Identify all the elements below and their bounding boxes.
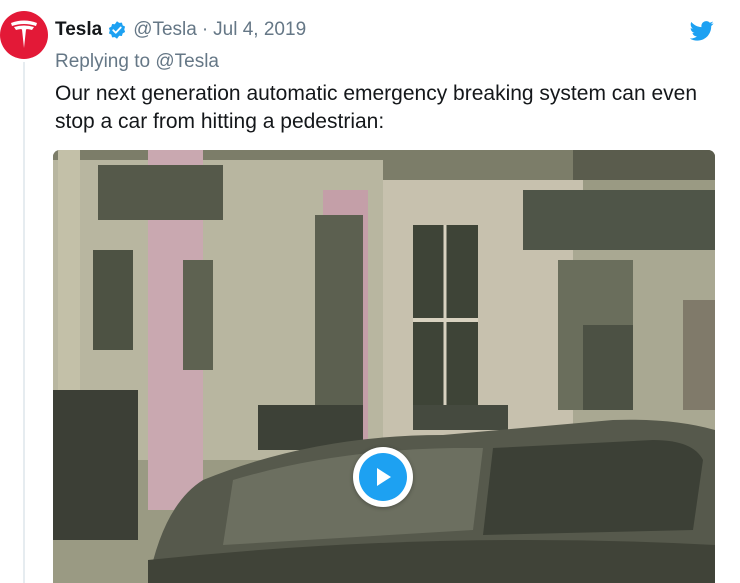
thread-line (23, 62, 25, 583)
author-name[interactable]: Tesla (55, 19, 102, 41)
author-handle[interactable]: @Tesla (133, 19, 197, 41)
tesla-logo-icon (11, 20, 37, 48)
avatar[interactable] (0, 11, 48, 59)
play-icon (359, 453, 407, 501)
verified-badge-icon (107, 20, 127, 40)
tweet-header: Tesla @Tesla · Jul 4, 2019 (55, 19, 306, 41)
play-button[interactable] (353, 447, 413, 507)
video-thumbnail[interactable] (53, 150, 715, 583)
twitter-bird-icon[interactable] (689, 21, 714, 41)
replying-prefix: Replying to (55, 51, 151, 72)
replying-to-line: Replying to @Tesla (55, 51, 219, 73)
replying-to-link[interactable]: @Tesla (155, 51, 219, 72)
tweet-text: Our next generation automatic emergency … (55, 82, 698, 133)
header-separator: · (201, 19, 209, 40)
tweet-date[interactable]: Jul 4, 2019 (213, 19, 306, 41)
video-frame-image (53, 150, 715, 583)
